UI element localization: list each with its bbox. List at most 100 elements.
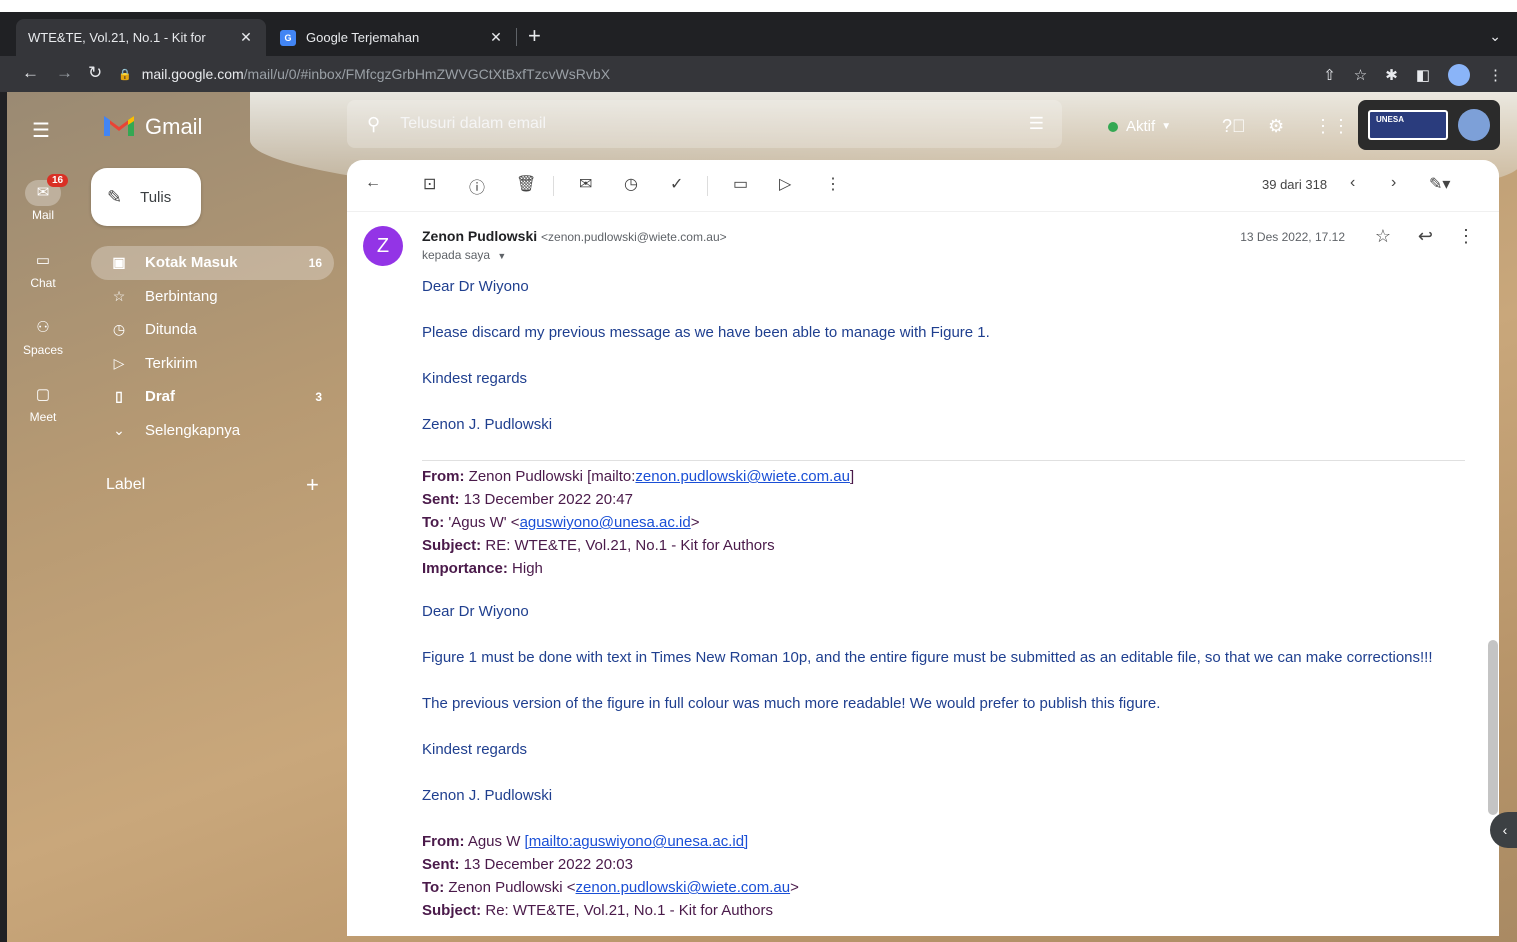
nav-item-more[interactable]: ⌄ Selengkapnya bbox=[91, 414, 334, 448]
mark-unread-icon[interactable]: ✉ bbox=[579, 174, 592, 194]
reload-icon[interactable]: ↻ bbox=[88, 63, 102, 83]
quoted-to-line: To: 'Agus W' <aguswiyono@unesa.ac.id> bbox=[422, 514, 700, 531]
url-field[interactable]: 🔒 mail.google.com /mail/u/0/#inbox/FMfcg… bbox=[118, 60, 1418, 88]
browser-tab-bar: WTE&TE, Vol.21, No.1 - Kit for ✕ G Googl… bbox=[0, 0, 1517, 127]
toolbar-separator bbox=[553, 176, 554, 196]
quoted-subject-line: Subject: RE: WTE&TE, Vol.21, No.1 - Kit … bbox=[422, 537, 775, 554]
pager-count: 39 dari 318 bbox=[1262, 177, 1328, 192]
field-label: Subject: bbox=[422, 537, 482, 554]
star-icon: ☆ bbox=[112, 287, 126, 304]
nav-item-starred[interactable]: ☆ Berbintang bbox=[91, 280, 334, 314]
body-line: Dear Dr Wiyono bbox=[422, 278, 529, 295]
nav-item-sent[interactable]: ▷ Terkirim bbox=[91, 347, 334, 381]
label-tag-icon[interactable]: ▷ bbox=[779, 174, 791, 194]
nav-item-drafts[interactable]: ▯ Draf 3 bbox=[91, 380, 334, 414]
email-link[interactable]: aguswiyono@unesa.ac.id bbox=[520, 514, 691, 531]
body-line: Please discard my previous message as we… bbox=[422, 324, 990, 341]
add-label-button[interactable]: + bbox=[306, 472, 319, 498]
rail-item-meet[interactable]: ▢ Meet bbox=[7, 382, 79, 424]
field-value: Agus W bbox=[464, 833, 525, 850]
browser-menu-icon[interactable]: ⋮ bbox=[1488, 66, 1503, 84]
quoted-sent-line: Sent: 13 December 2022 20:03 bbox=[422, 856, 633, 873]
browser-toolbar-icons: ⇧ ☆ ✱ ◧ ⋮ bbox=[1323, 64, 1503, 86]
body-line: Kindest regards bbox=[422, 741, 528, 758]
older-chevron-right-icon[interactable]: › bbox=[1391, 174, 1396, 192]
browser-profile-avatar[interactable] bbox=[1448, 64, 1470, 86]
nav-label: Terkirim bbox=[145, 354, 198, 372]
nav-item-inbox[interactable]: ▣ Kotak Masuk 16 bbox=[91, 246, 334, 280]
field-value: 13 December 2022 20:47 bbox=[459, 491, 633, 508]
url-domain: mail.google.com bbox=[141, 66, 244, 82]
email-link[interactable]: [mailto:aguswiyono@unesa.ac.id] bbox=[525, 833, 749, 850]
tab-close-icon[interactable]: ✕ bbox=[238, 29, 254, 46]
email-link[interactable]: zenon.pudlowski@wiete.com.au bbox=[576, 879, 791, 896]
tab-google-translate[interactable]: G Google Terjemahan ✕ bbox=[268, 19, 516, 56]
quoted-from-line: From: Zenon Pudlowski [mailto:zenon.pudl… bbox=[422, 468, 854, 485]
side-panel-icon[interactable]: ◧ bbox=[1416, 66, 1430, 84]
email-link[interactable]: zenon.pudlowski@wiete.com.au bbox=[635, 468, 850, 485]
add-task-icon[interactable]: ✓ bbox=[670, 174, 683, 194]
extensions-puzzle-icon[interactable]: ✱ bbox=[1385, 66, 1398, 84]
help-icon[interactable]: ?⃝ bbox=[1222, 116, 1246, 137]
message-scrollbar[interactable] bbox=[1488, 640, 1498, 815]
back-to-inbox-icon[interactable]: ← bbox=[365, 174, 381, 192]
status-selector[interactable]: Aktif ▼ bbox=[1108, 118, 1171, 135]
search-icon[interactable]: ⚲ bbox=[367, 114, 380, 135]
account-switcher[interactable]: UNESA bbox=[1358, 100, 1500, 150]
body-line: Zenon J. Pudlowski bbox=[422, 416, 553, 433]
search-input[interactable] bbox=[400, 115, 981, 133]
tab-separator bbox=[516, 28, 517, 46]
compose-button[interactable]: ✎ Tulis bbox=[91, 168, 201, 226]
left-window-frame bbox=[0, 92, 7, 942]
message-date: 13 Des 2022, 17.12 bbox=[1240, 230, 1345, 244]
more-vert-icon[interactable]: ⋮ bbox=[1457, 226, 1475, 247]
field-value: > bbox=[690, 514, 700, 531]
field-value: > bbox=[790, 879, 799, 896]
gmail-app: ☰ Gmail ⚲ ☰ Aktif ▼ ?⃝ ⚙ ⋮⋮⋮ UNESA ✉ 16 … bbox=[0, 92, 1517, 942]
recipient-toggle[interactable]: kepada saya ▼ bbox=[422, 248, 506, 262]
newer-chevron-left-icon[interactable]: ‹ bbox=[1350, 174, 1355, 192]
rail-item-spaces[interactable]: ⚇ Spaces bbox=[7, 315, 79, 357]
account-avatar[interactable] bbox=[1458, 109, 1490, 141]
move-to-folder-icon[interactable]: ▭ bbox=[733, 174, 748, 194]
sender-email: <zenon.pudlowski@wiete.com.au> bbox=[541, 230, 727, 244]
nav-item-snoozed[interactable]: ◷ Ditunda bbox=[91, 313, 334, 347]
rail-item-chat[interactable]: ▭ Chat bbox=[7, 248, 79, 290]
spaces-people-icon: ⚇ bbox=[36, 319, 50, 336]
inbox-icon: ▣ bbox=[112, 254, 126, 271]
back-arrow-icon[interactable]: ← bbox=[22, 63, 39, 83]
search-options-icon[interactable]: ☰ bbox=[1029, 114, 1044, 134]
status-label: Aktif bbox=[1126, 118, 1156, 135]
archive-icon[interactable]: ⊡ bbox=[423, 174, 436, 194]
rail-item-mail[interactable]: ✉ 16 Mail bbox=[7, 174, 79, 222]
pencil-icon: ✎ bbox=[107, 186, 123, 207]
tab-gmail[interactable]: WTE&TE, Vol.21, No.1 - Kit for ✕ bbox=[16, 19, 266, 127]
field-value: Zenon Pudlowski < bbox=[444, 879, 576, 896]
report-spam-icon[interactable]: ⓘ bbox=[469, 174, 485, 198]
share-icon[interactable]: ⇧ bbox=[1323, 66, 1336, 84]
tab-close-icon[interactable]: ✕ bbox=[488, 29, 504, 46]
more-options-icon[interactable]: ⋮ bbox=[825, 174, 841, 194]
delete-trash-icon[interactable]: 🗑 bbox=[516, 174, 536, 194]
mail-nav-list: ▣ Kotak Masuk 16 ☆ Berbintang ◷ Ditunda … bbox=[91, 246, 334, 447]
main-menu-icon[interactable]: ☰ bbox=[32, 118, 50, 143]
reply-icon[interactable]: ↩ bbox=[1418, 226, 1433, 247]
quoted-sent-line: Sent: 13 December 2022 20:47 bbox=[422, 491, 633, 508]
gmail-logo-icon bbox=[104, 116, 134, 136]
tab-search-chevron-icon[interactable]: ⌄ bbox=[1489, 28, 1501, 45]
field-label: From: bbox=[422, 833, 465, 850]
nav-label: Ditunda bbox=[145, 321, 197, 339]
body-line: The previous version of the figure in fu… bbox=[422, 695, 1161, 712]
star-icon[interactable]: ☆ bbox=[1375, 226, 1391, 247]
settings-gear-icon[interactable]: ⚙ bbox=[1268, 116, 1284, 137]
message-panel: ← ⊡ ⓘ 🗑 ✉ ◷ ✓ ▭ ▷ ⋮ 39 dari 318 ‹ › ✎▾ Z… bbox=[347, 160, 1499, 936]
nav-label: Draf bbox=[145, 388, 176, 406]
new-tab-button[interactable]: + bbox=[528, 25, 541, 47]
address-bar: ← → ↻ 🔒 mail.google.com /mail/u/0/#inbox… bbox=[0, 56, 1517, 92]
snooze-clock-icon[interactable]: ◷ bbox=[624, 174, 638, 194]
body-line: Zenon J. Pudlowski bbox=[422, 787, 553, 804]
bookmark-star-icon[interactable]: ☆ bbox=[1354, 66, 1367, 84]
input-tools-pen-icon[interactable]: ✎▾ bbox=[1429, 174, 1450, 194]
nav-label: Selengkapnya bbox=[145, 421, 241, 439]
forward-arrow-icon[interactable]: → bbox=[56, 63, 73, 83]
